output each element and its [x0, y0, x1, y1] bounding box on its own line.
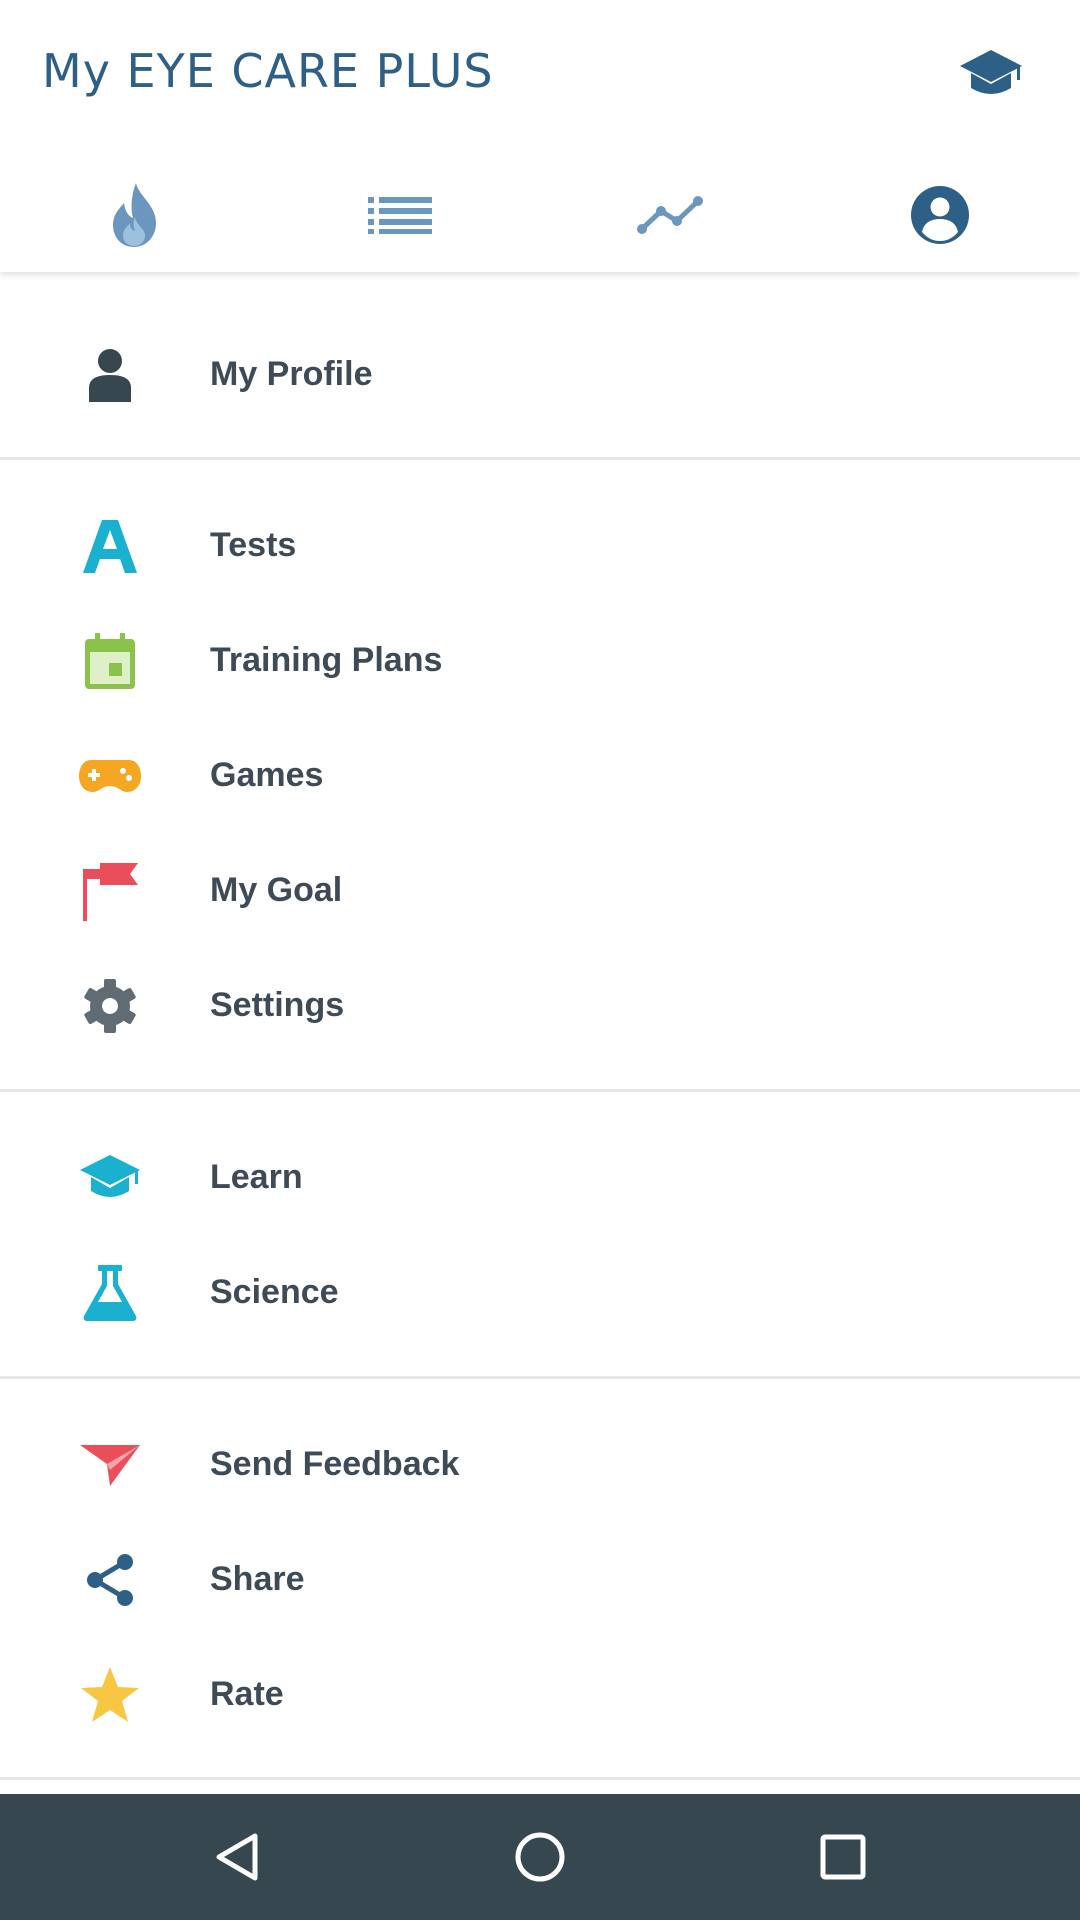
recents-button[interactable] [763, 1794, 923, 1920]
gamepad-icon [76, 745, 144, 807]
app-title: My EYE CARE PLUS [42, 44, 494, 98]
gear-icon [76, 975, 144, 1037]
menu-item-label: Settings [210, 986, 345, 1024]
divider [0, 1376, 1080, 1379]
menu-item-send-feedback[interactable]: Send Feedback [0, 1407, 1080, 1522]
menu-item-my-profile[interactable]: My Profile [0, 317, 1080, 432]
tab-account[interactable] [805, 165, 1075, 265]
menu-item-label: My Profile [210, 355, 373, 393]
menu-item-label: Rate [210, 1675, 284, 1713]
recents-icon [820, 1834, 866, 1880]
menu-item-settings[interactable]: Settings [0, 948, 1080, 1063]
menu-item-label: Tests [210, 526, 297, 564]
person-icon [76, 344, 144, 406]
graduation-cap-icon [76, 1147, 144, 1209]
star-icon [76, 1664, 144, 1726]
account-circle-icon [911, 186, 969, 244]
home-button[interactable] [460, 1794, 620, 1920]
letter-a-icon [76, 515, 144, 577]
flask-icon [76, 1262, 144, 1324]
share-icon [76, 1549, 144, 1611]
home-icon [515, 1832, 565, 1882]
menu-item-label: Games [210, 756, 324, 794]
divider [0, 1089, 1080, 1092]
menu-item-label: Science [210, 1273, 339, 1311]
graduation-cap-icon[interactable] [958, 46, 1024, 102]
menu-item-rate[interactable]: Rate [0, 1637, 1080, 1752]
list-icon [368, 197, 432, 234]
menu-item-games[interactable]: Games [0, 718, 1080, 833]
menu-item-label: Send Feedback [210, 1445, 460, 1483]
menu-item-training-plans[interactable]: Training Plans [0, 603, 1080, 718]
menu-item-tests[interactable]: Tests [0, 488, 1080, 603]
menu-item-label: Share [210, 1560, 305, 1598]
menu-item-my-goal[interactable]: My Goal [0, 833, 1080, 948]
back-icon [216, 1833, 258, 1881]
tab-list[interactable] [265, 165, 535, 265]
back-button[interactable] [157, 1794, 317, 1920]
menu-item-label: My Goal [210, 871, 343, 909]
flag-icon [76, 860, 144, 922]
divider [0, 457, 1080, 460]
tab-bar [0, 165, 1080, 265]
tab-streak[interactable] [0, 165, 270, 265]
paper-plane-icon [76, 1434, 144, 1496]
tab-progress[interactable] [535, 165, 805, 265]
menu-item-share[interactable]: Share [0, 1522, 1080, 1637]
app-header: My EYE CARE PLUS [0, 0, 1080, 272]
system-navigation-bar [0, 1794, 1080, 1920]
menu-item-label: Training Plans [210, 641, 443, 679]
divider [0, 1777, 1080, 1780]
menu-item-science[interactable]: Science [0, 1235, 1080, 1350]
menu-item-learn[interactable]: Learn [0, 1120, 1080, 1235]
calendar-icon [76, 630, 144, 692]
flame-icon [113, 183, 156, 247]
menu-item-label: Learn [210, 1158, 303, 1196]
trend-line-icon [637, 196, 703, 234]
